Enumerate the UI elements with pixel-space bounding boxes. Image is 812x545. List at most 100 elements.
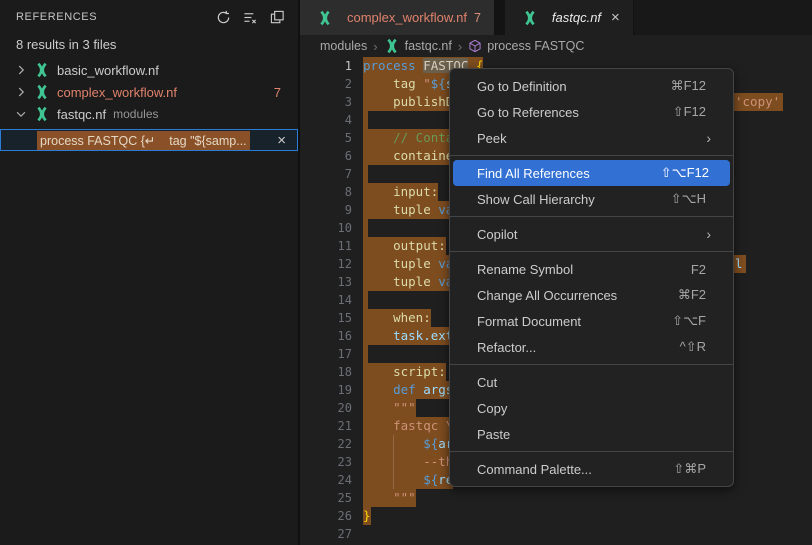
line-number: 22 bbox=[300, 435, 352, 453]
code-fragment-right: l bbox=[734, 255, 746, 273]
reference-range-highlight bbox=[363, 111, 368, 129]
code-line[interactable]: 25 """ bbox=[300, 489, 812, 507]
code-token: ${ bbox=[423, 436, 438, 451]
menu-item-command-palette[interactable]: Command Palette...⇧⌘P bbox=[450, 456, 733, 482]
code-token: l bbox=[735, 256, 743, 271]
menu-item-find-all-references[interactable]: Find All References⇧⌥F12 bbox=[453, 160, 730, 186]
nextflow-icon bbox=[34, 106, 50, 122]
code-token: tag bbox=[393, 76, 423, 91]
code-line-content bbox=[363, 345, 368, 363]
menu-item-label: Show Call Hierarchy bbox=[477, 192, 671, 207]
breadcrumb-chevron-icon: › bbox=[373, 39, 377, 54]
breadcrumb-item-fastqc[interactable]: fastqc.nf bbox=[384, 38, 452, 54]
symbol-cube-icon bbox=[468, 39, 482, 53]
menu-item-go-to-definition[interactable]: Go to Definition⌘F12 bbox=[450, 73, 733, 99]
nextflow-icon bbox=[34, 62, 50, 78]
menu-separator bbox=[450, 251, 733, 252]
nextflow-icon bbox=[384, 38, 400, 54]
code-line-content: tuple va bbox=[363, 255, 453, 273]
reference-range-highlight: tag "${s bbox=[363, 75, 453, 93]
code-line-content: // Conta bbox=[363, 129, 453, 147]
sidebar-item-fastqc-nf[interactable]: fastqc.nfmodules bbox=[0, 103, 298, 125]
code-line-content: """ bbox=[363, 489, 416, 507]
clear-all-icon[interactable] bbox=[241, 8, 259, 26]
menu-item-shortcut: ^⇧R bbox=[680, 339, 723, 355]
line-number: 10 bbox=[300, 219, 352, 237]
file-name: fastqc.nf bbox=[57, 107, 106, 122]
reference-match-item[interactable]: process FASTQC {↵ tag "${samp... × bbox=[0, 129, 298, 151]
menu-item-change-all-occurrences[interactable]: Change All Occurrences⌘F2 bbox=[450, 282, 733, 308]
code-token: tuple bbox=[393, 256, 438, 271]
line-number: 14 bbox=[300, 291, 352, 309]
menu-item-label: Go to References bbox=[477, 105, 673, 120]
chevron-down-icon bbox=[12, 106, 30, 122]
menu-item-cut[interactable]: Cut bbox=[450, 369, 733, 395]
menu-item-go-to-references[interactable]: Go to References⇧F12 bbox=[450, 99, 733, 125]
code-line-content: input: bbox=[363, 183, 438, 201]
sidebar-item-basic-workflow-nf[interactable]: basic_workflow.nf bbox=[0, 59, 298, 81]
references-panel: REFERENCES 8 results in 3 files basic_wo… bbox=[0, 0, 300, 545]
collapse-all-icon[interactable] bbox=[268, 8, 286, 26]
menu-item-copilot[interactable]: Copilot› bbox=[450, 221, 733, 247]
menu-item-label: Command Palette... bbox=[477, 462, 673, 477]
line-number: 9 bbox=[300, 201, 352, 219]
breadcrumb: modules › fastqc.nf › process FASTQC bbox=[300, 35, 812, 57]
chevron-right-icon bbox=[12, 62, 30, 78]
sidebar-item-complex-workflow-nf[interactable]: complex_workflow.nf7 bbox=[0, 81, 298, 103]
code-line-content bbox=[363, 165, 368, 183]
line-number: 7 bbox=[300, 165, 352, 183]
tab-close-icon[interactable]: × bbox=[611, 10, 620, 25]
menu-separator bbox=[450, 451, 733, 452]
code-line-content: containe bbox=[363, 147, 453, 165]
menu-item-paste[interactable]: Paste bbox=[450, 421, 733, 447]
menu-item-refactor[interactable]: Refactor...^⇧R bbox=[450, 334, 733, 360]
vscode-window: REFERENCES 8 results in 3 files basic_wo… bbox=[0, 0, 812, 545]
code-line[interactable]: 26} bbox=[300, 507, 812, 525]
menu-item-copy[interactable]: Copy bbox=[450, 395, 733, 421]
menu-item-show-call-hierarchy[interactable]: Show Call Hierarchy⇧⌥H bbox=[450, 186, 733, 212]
tab-label: fastqc.nf bbox=[552, 10, 601, 25]
breadcrumb-item-process-fastqc[interactable]: process FASTQC bbox=[468, 39, 584, 53]
line-number: 13 bbox=[300, 273, 352, 291]
nextflow-icon bbox=[317, 10, 333, 26]
reference-range-highlight: script: bbox=[363, 363, 446, 381]
code-line-content bbox=[363, 219, 368, 237]
line-number: 16 bbox=[300, 327, 352, 345]
line-number: 25 bbox=[300, 489, 352, 507]
reference-range-highlight: def args bbox=[363, 381, 453, 399]
menu-item-peek[interactable]: Peek› bbox=[450, 125, 733, 151]
menu-item-shortcut: ⇧F12 bbox=[673, 104, 723, 120]
line-number: 15 bbox=[300, 309, 352, 327]
tab-problem-count: 7 bbox=[474, 11, 481, 25]
tab-complex-workflow[interactable]: complex_workflow.nf 7 bbox=[300, 0, 494, 35]
code-token: """ bbox=[393, 490, 416, 505]
context-menu: Go to Definition⌘F12Go to References⇧F12… bbox=[449, 68, 734, 487]
menu-item-rename-symbol[interactable]: Rename SymbolF2 bbox=[450, 256, 733, 282]
code-token: when: bbox=[393, 310, 431, 325]
menu-item-format-document[interactable]: Format Document⇧⌥F bbox=[450, 308, 733, 334]
line-number: 20 bbox=[300, 399, 352, 417]
code-line-content: publishD bbox=[363, 93, 453, 111]
line-number: 24 bbox=[300, 471, 352, 489]
code-token: fastqc \ bbox=[393, 418, 453, 433]
line-number: 3 bbox=[300, 93, 352, 111]
reference-range-highlight: when: bbox=[363, 309, 431, 327]
reference-range-highlight: fastqc \ bbox=[363, 417, 453, 435]
code-line-content: fastqc \ bbox=[363, 417, 453, 435]
menu-separator bbox=[450, 216, 733, 217]
code-line[interactable]: 27 bbox=[300, 525, 812, 543]
reference-range-highlight: ${re bbox=[363, 471, 453, 489]
reference-range-highlight: publishD bbox=[363, 93, 453, 111]
reference-range-highlight bbox=[363, 345, 368, 363]
close-icon[interactable]: × bbox=[277, 133, 297, 148]
code-token: ${ bbox=[423, 472, 438, 487]
nextflow-icon bbox=[34, 84, 50, 100]
breadcrumb-item-modules[interactable]: modules bbox=[320, 39, 367, 53]
code-token: tuple bbox=[393, 274, 438, 289]
tab-fastqc[interactable]: fastqc.nf × bbox=[505, 0, 634, 35]
refresh-icon[interactable] bbox=[214, 8, 232, 26]
reference-match-preview: process FASTQC {↵ tag "${samp... bbox=[37, 131, 250, 150]
line-number: 6 bbox=[300, 147, 352, 165]
code-token: process bbox=[363, 58, 423, 73]
line-number: 5 bbox=[300, 129, 352, 147]
